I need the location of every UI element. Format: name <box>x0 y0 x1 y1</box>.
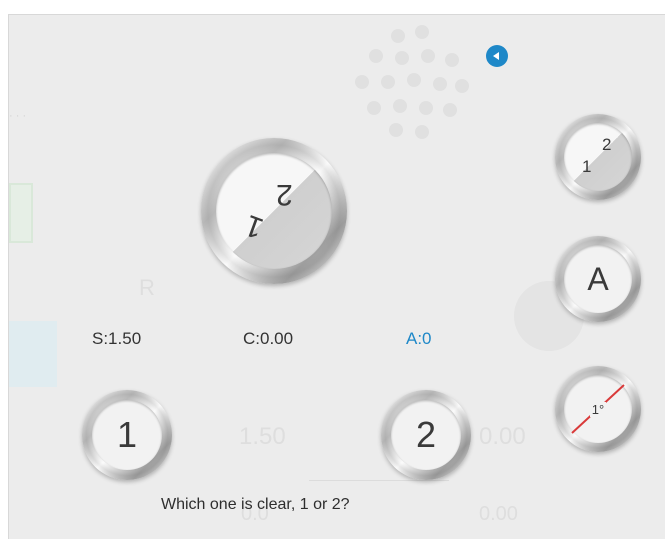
angle-button[interactable]: 1° <box>555 366 641 452</box>
background-panel <box>9 321 57 387</box>
question-prompt: Which one is clear, 1 or 2? <box>161 496 350 513</box>
angle-button-label: 1° <box>589 401 607 417</box>
flip-toggle-face: 2 1 <box>564 123 632 191</box>
sphere-value: S:1.50 <box>92 329 142 348</box>
background-card <box>9 183 33 243</box>
flip-lens-button[interactable]: 2 1 <box>201 138 347 284</box>
axis-value: A:0 <box>406 329 432 348</box>
flip-lens-label-one: 1 <box>240 208 268 245</box>
back-button[interactable] <box>486 45 508 67</box>
background-value-right: 0.00 <box>479 423 526 450</box>
lens-two-button[interactable]: 2 <box>381 390 471 480</box>
angle-button-face: 1° <box>564 375 632 443</box>
flip-lens-face: 2 1 <box>216 153 332 269</box>
refraction-panel: · · · R 1.50 0.00 0.0 0.00 2 1 2 1 A 1° … <box>8 14 665 539</box>
background-value-left: 1.50 <box>239 423 286 450</box>
lens-one-label: 1 <box>92 400 162 470</box>
background-divider <box>309 480 449 481</box>
background-letter-r: R <box>139 275 155 300</box>
lens-one-button[interactable]: 1 <box>82 390 172 480</box>
background-value-bottom-right: 0.00 <box>479 503 518 525</box>
axis-button[interactable]: A <box>555 236 641 322</box>
background-text: · · · <box>9 110 27 122</box>
flip-toggle-label-two: 2 <box>602 135 612 154</box>
flip-toggle-button[interactable]: 2 1 <box>555 114 641 200</box>
axis-button-label: A <box>564 245 632 313</box>
chevron-left-icon <box>493 52 499 60</box>
lens-two-label: 2 <box>391 400 461 470</box>
cylinder-value: C:0.00 <box>243 329 294 348</box>
flip-lens-label-two: 2 <box>276 178 293 211</box>
flip-toggle-label-one: 1 <box>582 157 592 176</box>
